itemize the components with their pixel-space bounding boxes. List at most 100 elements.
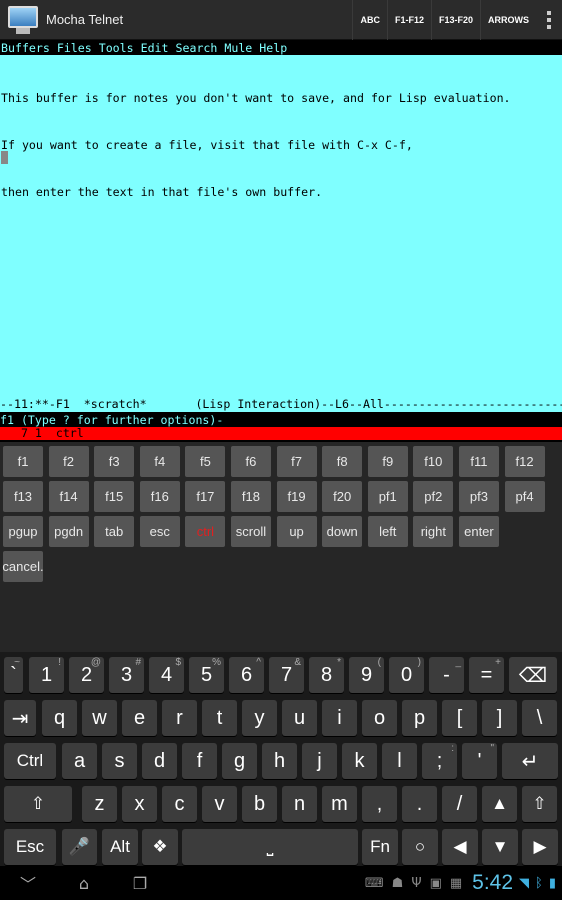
dpad-icon[interactable]: ❖: [142, 829, 178, 865]
key-comma[interactable]: ,: [362, 786, 397, 822]
microphone-icon[interactable]: 🎤: [62, 829, 97, 865]
back-icon[interactable]: ﹀: [0, 871, 56, 895]
fkey-ctrl[interactable]: ctrl: [185, 516, 226, 547]
home-icon[interactable]: ⌂: [56, 874, 112, 893]
key-10[interactable]: 0): [389, 657, 424, 693]
fkey-pgup[interactable]: pgup: [3, 516, 43, 547]
up-arrow-key[interactable]: ▲: [482, 786, 517, 822]
key-o[interactable]: o: [362, 700, 397, 736]
fkey-f8[interactable]: f8: [322, 446, 363, 477]
f13-f20-button[interactable]: F13-F20: [430, 0, 480, 40]
fkey-f17[interactable]: f17: [185, 481, 226, 512]
fkey-f13[interactable]: f13: [3, 481, 43, 512]
key-slash[interactable]: /: [442, 786, 477, 822]
emacs-menubar[interactable]: Buffers Files Tools Edit Search Mule Hel…: [0, 41, 562, 55]
key-7[interactable]: 7 &: [269, 657, 304, 693]
key-b[interactable]: b: [242, 786, 277, 822]
space-key[interactable]: ⎵: [182, 829, 358, 865]
key-t[interactable]: t: [202, 700, 237, 736]
key-11[interactable]: - _: [429, 657, 464, 693]
arrows-button[interactable]: ARROWS: [480, 0, 536, 40]
fkey-f18[interactable]: f18: [230, 481, 271, 512]
key-backslash[interactable]: \: [522, 700, 557, 736]
abc-button[interactable]: ABC: [352, 0, 387, 40]
key-y[interactable]: y: [242, 700, 277, 736]
fkey-pgdn[interactable]: pgdn: [48, 516, 89, 547]
fkey-f7[interactable]: f7: [276, 446, 317, 477]
fkey-pf1[interactable]: pf1: [367, 481, 408, 512]
key-s[interactable]: s: [102, 743, 137, 779]
key-n[interactable]: n: [282, 786, 317, 822]
fkey-f15[interactable]: f15: [94, 481, 135, 512]
alt-key[interactable]: Alt: [102, 829, 138, 865]
key-rbracket[interactable]: ]: [482, 700, 517, 736]
fkey-pf3[interactable]: pf3: [458, 481, 499, 512]
key-e[interactable]: e: [122, 700, 157, 736]
fkey-f1[interactable]: f1: [3, 446, 43, 477]
key-u[interactable]: u: [282, 700, 317, 736]
key-g[interactable]: g: [222, 743, 257, 779]
fkey-right[interactable]: right: [413, 516, 454, 547]
key-j[interactable]: j: [302, 743, 337, 779]
down-arrow-key[interactable]: ▼: [482, 829, 518, 865]
scratch-buffer[interactable]: This buffer is for notes you don't want …: [0, 55, 562, 406]
key-c[interactable]: c: [162, 786, 197, 822]
key-v[interactable]: v: [202, 786, 237, 822]
fkey-scroll[interactable]: scroll: [230, 516, 271, 547]
fkey-f14[interactable]: f14: [48, 481, 89, 512]
key-period[interactable]: .: [402, 786, 437, 822]
fkey-f11[interactable]: f11: [458, 446, 499, 477]
fkey-down[interactable]: down: [322, 516, 363, 547]
key-quote[interactable]: ' ": [462, 743, 497, 779]
fkey-f10[interactable]: f10: [413, 446, 454, 477]
key-z[interactable]: z: [82, 786, 117, 822]
key-2[interactable]: 2 @: [69, 657, 104, 693]
fkey-f2[interactable]: f2: [48, 446, 89, 477]
key-5[interactable]: 5%: [189, 657, 224, 693]
terminal-screen[interactable]: Buffers Files Tools Edit Search Mule Hel…: [0, 41, 562, 442]
fkey-pf4[interactable]: pf4: [504, 481, 545, 512]
fkey-left[interactable]: left: [367, 516, 408, 547]
key-i[interactable]: i: [322, 700, 357, 736]
key-a[interactable]: a: [62, 743, 97, 779]
fkey-f19[interactable]: f19: [276, 481, 317, 512]
key-9[interactable]: 9(: [349, 657, 384, 693]
fkey-f6[interactable]: f6: [230, 446, 271, 477]
recent-apps-icon[interactable]: ❐: [112, 874, 168, 893]
key-0[interactable]: ` ~: [4, 657, 23, 693]
key-p[interactable]: p: [402, 700, 437, 736]
fn-key[interactable]: Fn: [362, 829, 398, 865]
key-l[interactable]: l: [382, 743, 417, 779]
fkey-cancel[interactable]: cancel.: [2, 551, 44, 582]
fkey-f16[interactable]: f16: [139, 481, 180, 512]
key-h[interactable]: h: [262, 743, 297, 779]
f1-f12-button[interactable]: F1-F12: [386, 0, 431, 40]
fkey-f20[interactable]: f20: [322, 481, 363, 512]
fkey-f9[interactable]: f9: [367, 446, 408, 477]
fkey-enter[interactable]: enter: [458, 516, 499, 547]
key-k[interactable]: k: [342, 743, 377, 779]
fkey-pf2[interactable]: pf2: [413, 481, 454, 512]
key-12[interactable]: = +: [469, 657, 504, 693]
key-6[interactable]: 6 ^: [229, 657, 264, 693]
key-4[interactable]: 4 $: [149, 657, 184, 693]
fkey-f3[interactable]: f3: [94, 446, 135, 477]
tab-key[interactable]: ⇥: [4, 700, 36, 736]
key-lbracket[interactable]: [: [442, 700, 477, 736]
key-3[interactable]: 3 #: [109, 657, 144, 693]
key-x[interactable]: x: [122, 786, 157, 822]
key-m[interactable]: m: [322, 786, 357, 822]
fkey-f5[interactable]: f5: [185, 446, 226, 477]
ctrl-key[interactable]: Ctrl: [4, 743, 56, 779]
fkey-f4[interactable]: f4: [139, 446, 180, 477]
right-arrow-key[interactable]: ▶: [522, 829, 558, 865]
fkey-f12[interactable]: f12: [504, 446, 545, 477]
shift-key[interactable]: ⇧: [4, 786, 72, 822]
overflow-menu-icon[interactable]: [536, 0, 562, 40]
key-w[interactable]: w: [82, 700, 117, 736]
key-r[interactable]: r: [162, 700, 197, 736]
fkey-tab[interactable]: tab: [94, 516, 135, 547]
circle-key[interactable]: ○: [402, 829, 438, 865]
key-f[interactable]: f: [182, 743, 217, 779]
left-arrow-key[interactable]: ◀: [442, 829, 478, 865]
